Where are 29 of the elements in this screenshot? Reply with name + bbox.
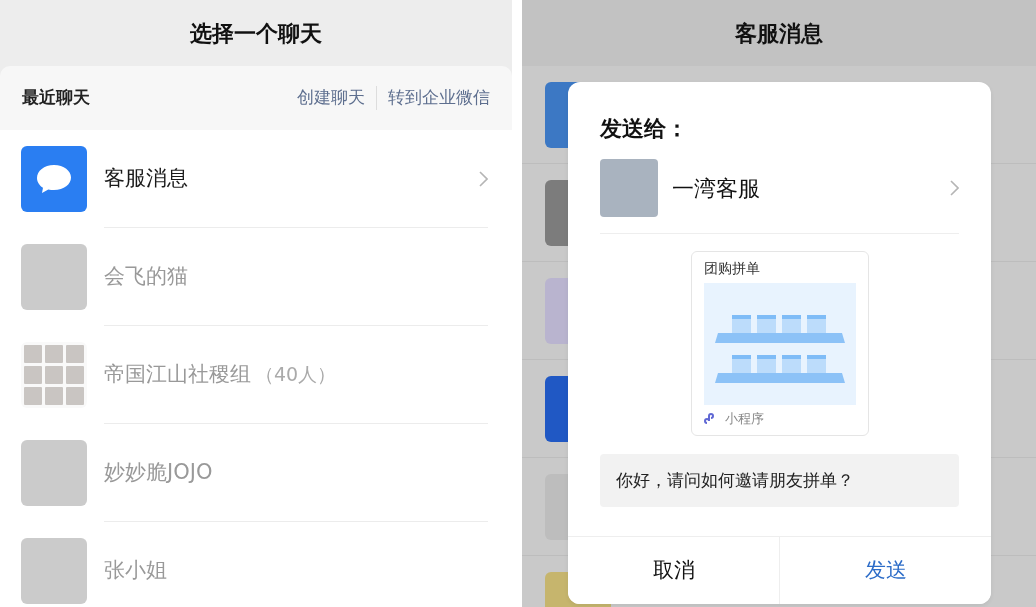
section-title: 最近聊天 [22, 86, 90, 110]
chat-name: 张小姐 [104, 556, 167, 584]
chat-name: 客服消息 [104, 164, 188, 192]
chat-row[interactable]: 客服消息 [0, 130, 512, 228]
chat-bubble-icon [21, 146, 87, 212]
recipient-row[interactable]: 一湾客服 [600, 159, 959, 234]
recipient-name: 一湾客服 [672, 174, 761, 203]
member-count: （40人） [255, 362, 337, 388]
link-icon [703, 412, 717, 426]
avatar-placeholder [21, 538, 87, 604]
action-link[interactable]: 创建聊天 [297, 85, 365, 111]
avatar-placeholder [21, 440, 87, 506]
avatar-placeholder [21, 244, 87, 310]
send-button[interactable]: 发送 [779, 537, 991, 604]
chat-name: 妙妙脆JOJO [104, 458, 213, 486]
screen-title: 选择一个聊天 [190, 19, 322, 48]
screen-title: 客服消息 [735, 19, 823, 48]
chevron-right-icon [950, 180, 959, 196]
card-title: 团购拼单 [703, 259, 761, 278]
action-link[interactable]: 转到企业微信 [388, 85, 490, 111]
message-text: 你好，请问如何邀请朋友拼单？ [600, 453, 959, 507]
avatar-placeholder [600, 159, 658, 217]
cancel-button[interactable]: 取消 [568, 537, 779, 604]
group-avatar [21, 342, 87, 408]
source-label: 小程序 [724, 410, 764, 428]
chat-name: 帝国江山社稷组 [104, 360, 251, 388]
chat-name: 会飞的猫 [104, 262, 188, 290]
chevron-right-icon [479, 170, 488, 187]
dialog-heading: 发送给： [600, 116, 688, 141]
